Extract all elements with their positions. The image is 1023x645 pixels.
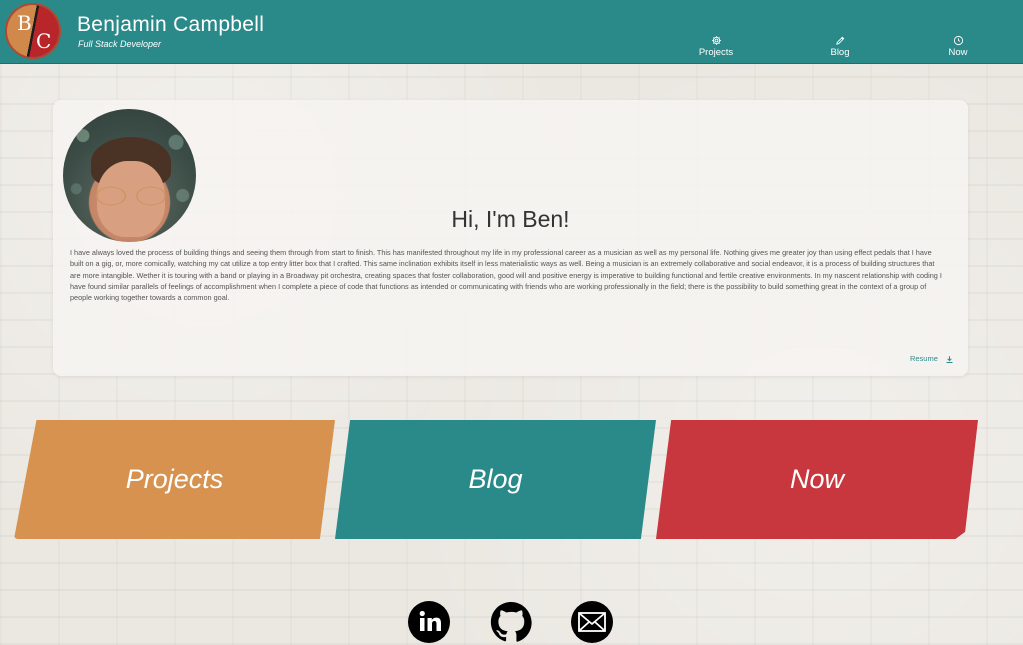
resume-link[interactable]: Resume [910, 354, 954, 364]
projects-tile-label: Projects [125, 464, 224, 494]
logo-letter-c: C [36, 29, 52, 53]
site-header: B C Benjamin Campbell Full Stack Develop… [0, 0, 1023, 64]
intro-card: Hi, I'm Ben! I have always loved the pro… [53, 100, 968, 376]
nav-now[interactable]: Now [928, 35, 988, 58]
linkedin-icon [408, 601, 450, 643]
greeting-heading: Hi, I'm Ben! [451, 206, 570, 232]
github-link[interactable] [490, 601, 532, 643]
logo[interactable]: B C [5, 3, 61, 59]
github-icon [490, 602, 532, 642]
download-icon [946, 355, 953, 363]
site-subtitle: Full Stack Developer [78, 39, 162, 49]
email-icon [571, 601, 613, 643]
nav-now-label: Now [948, 47, 968, 58]
nav-blog[interactable]: Blog [810, 35, 870, 58]
blog-tile-label: Blog [468, 464, 523, 494]
now-tile-label: Now [789, 464, 844, 494]
gear-icon [711, 36, 721, 45]
nav-projects[interactable]: Projects [686, 35, 746, 58]
projects-tile[interactable]: Projects [14, 420, 335, 539]
logo-letter-b: B [17, 11, 32, 35]
nav-blog-label: Blog [830, 47, 850, 58]
clock-icon [953, 35, 963, 46]
avatar-glasses [93, 185, 169, 207]
site-title[interactable]: Benjamin Campbell [77, 13, 264, 37]
blog-tile[interactable]: Blog [335, 420, 656, 539]
pencil-icon [835, 36, 844, 45]
linkedin-link[interactable] [408, 601, 450, 643]
email-link[interactable] [571, 601, 613, 643]
resume-label: Resume [909, 354, 938, 363]
now-tile[interactable]: Now [656, 420, 978, 539]
bio-text: I have always loved the process of build… [70, 248, 942, 303]
nav-projects-label: Projects [698, 47, 734, 58]
